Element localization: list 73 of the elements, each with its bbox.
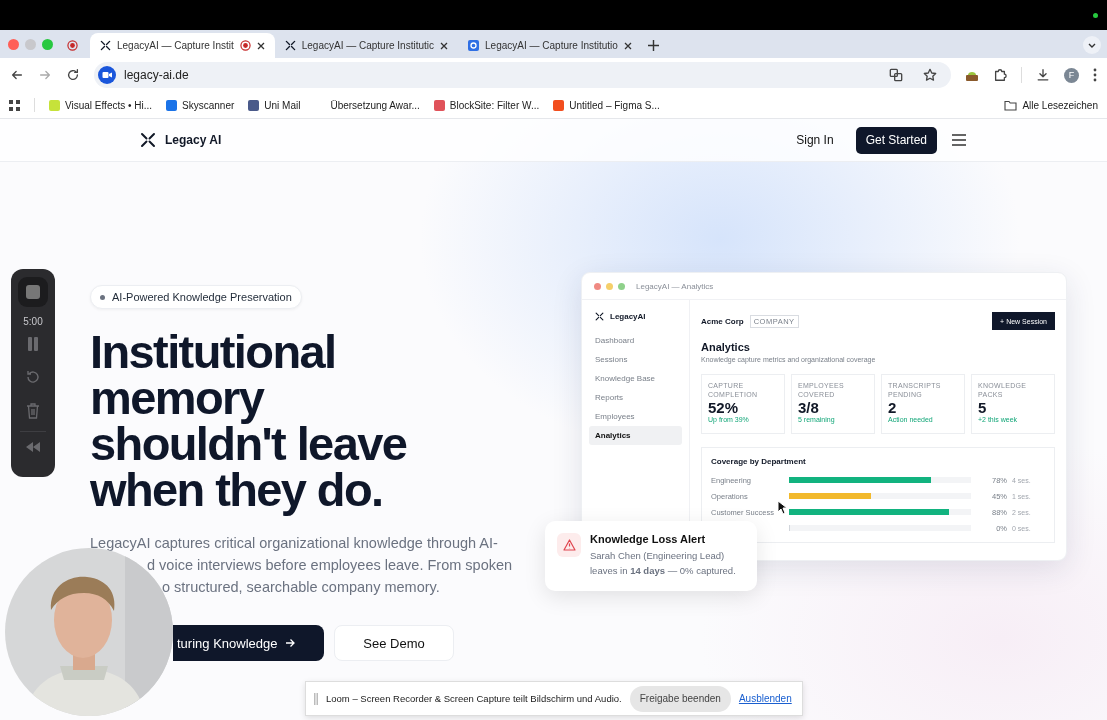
feature-badge: AI-Powered Knowledge Preservation bbox=[90, 285, 302, 309]
get-started-button[interactable]: Get Started bbox=[855, 126, 937, 154]
stop-sharing-button[interactable]: Freigabe beenden bbox=[629, 685, 731, 712]
browser-tab[interactable]: LegacyAI — Capture Institutic bbox=[274, 33, 459, 58]
panel-title: Coverage by Department bbox=[711, 457, 807, 466]
arrow-right-icon bbox=[285, 638, 296, 648]
bookmark[interactable]: Übersetzung Awar... bbox=[314, 99, 420, 111]
rewind-icon[interactable] bbox=[25, 442, 41, 452]
star-icon[interactable] bbox=[923, 68, 937, 82]
all-bookmarks[interactable]: Alle Lesezeichen bbox=[1004, 99, 1098, 111]
cursor-icon bbox=[777, 500, 787, 515]
brand-name[interactable]: Legacy AI bbox=[165, 133, 222, 147]
share-message: Loom – Screen Recorder & Screen Capture teilt Bildschirm und Audio. bbox=[326, 693, 622, 704]
apps-grid-icon[interactable] bbox=[9, 99, 20, 111]
new-tab-icon[interactable] bbox=[647, 40, 659, 51]
sidebar-item[interactable]: Dashboard bbox=[589, 331, 682, 350]
window-title: LegacyAI — Analytics bbox=[636, 281, 714, 291]
warning-icon bbox=[557, 533, 581, 557]
profile-avatar[interactable]: F bbox=[1064, 67, 1079, 83]
company-name: Acme Corp bbox=[701, 316, 744, 326]
stop-icon bbox=[26, 285, 40, 299]
more-icon[interactable] bbox=[1093, 68, 1097, 82]
bookmark[interactable]: Uni Mail bbox=[248, 99, 301, 111]
url-text[interactable]: legacy-ai.de bbox=[124, 68, 189, 82]
browser-tab[interactable]: LegacyAI — Capture Instit bbox=[90, 33, 275, 58]
trash-icon[interactable] bbox=[26, 403, 40, 419]
bookmark[interactable]: Untitled – Figma S... bbox=[553, 99, 660, 111]
reload-icon[interactable] bbox=[66, 68, 80, 82]
hide-link[interactable]: Ausblenden bbox=[738, 693, 792, 704]
puzzle-icon[interactable] bbox=[993, 68, 1007, 82]
drag-handle-icon[interactable] bbox=[314, 692, 318, 705]
camera-icon bbox=[98, 66, 116, 84]
sidebar-item[interactable]: Sessions bbox=[589, 350, 682, 369]
close-icon[interactable] bbox=[623, 41, 632, 50]
sidebar-item[interactable]: Knowledge Base bbox=[589, 369, 682, 388]
bookmark[interactable]: Visual Effects • Hi... bbox=[49, 99, 153, 111]
restart-icon[interactable] bbox=[25, 369, 41, 385]
logo-icon bbox=[100, 40, 111, 51]
browser-tab[interactable]: LegacyAI — Capture Institutio bbox=[458, 33, 642, 58]
folder-icon bbox=[1004, 99, 1018, 111]
menu-icon[interactable] bbox=[951, 134, 967, 146]
see-demo-button[interactable]: See Demo bbox=[334, 625, 454, 661]
bookmark[interactable]: BlockSite: Filter W... bbox=[433, 99, 540, 111]
alert-title: Knowledge Loss Alert bbox=[590, 533, 707, 545]
stat-value: 5 bbox=[978, 399, 988, 416]
translate-icon[interactable] bbox=[889, 68, 903, 82]
logo-icon bbox=[284, 40, 296, 51]
hero-description: LegacyAI captures critical organizational knowledge through AI- d voice interviews before employees leave. From spoken o structured, searchable company memory. bbox=[90, 534, 513, 597]
sidebar-item[interactable]: Reports bbox=[589, 388, 682, 407]
app-icon bbox=[468, 40, 480, 51]
recording-icon bbox=[67, 40, 78, 51]
tab-list-icon[interactable] bbox=[1083, 36, 1101, 54]
app-brand: LegacyAI bbox=[610, 311, 646, 321]
status-dot-icon bbox=[1093, 12, 1098, 18]
alert-text: Sarah Chen (Engineering Lead) leaves in 14 days — 0% captured. bbox=[590, 549, 737, 578]
stat-value: 3/8 bbox=[798, 399, 820, 416]
download-icon[interactable] bbox=[1036, 68, 1050, 82]
stat-value: 52% bbox=[708, 399, 740, 416]
bookmark[interactable]: Skyscanner bbox=[166, 99, 235, 111]
page-heading: Analytics bbox=[701, 341, 751, 353]
sign-in-link[interactable]: Sign In bbox=[790, 132, 840, 148]
sidebar-item[interactable]: Analytics bbox=[589, 426, 682, 445]
logo-icon bbox=[595, 311, 604, 321]
start-capturing-button[interactable]: turing Knowledge bbox=[173, 625, 324, 661]
stat-value: 2 bbox=[888, 399, 898, 416]
timer-text: 5:00 bbox=[23, 316, 43, 327]
logo-icon bbox=[140, 132, 156, 148]
close-icon[interactable] bbox=[256, 41, 265, 50]
sidebar-item[interactable]: Employees bbox=[589, 407, 682, 426]
pause-icon[interactable] bbox=[27, 337, 39, 351]
stop-button[interactable] bbox=[18, 277, 48, 307]
back-icon[interactable] bbox=[10, 68, 24, 82]
close-icon[interactable] bbox=[440, 41, 449, 50]
